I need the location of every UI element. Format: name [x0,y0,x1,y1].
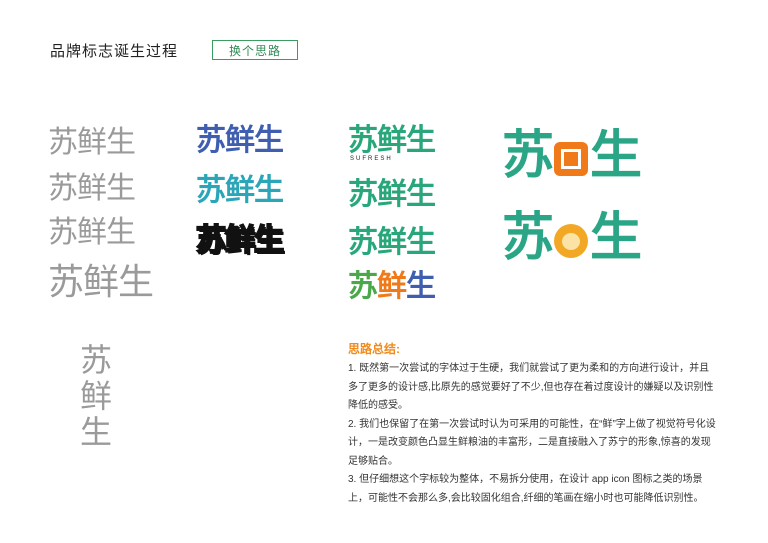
summary-title: 思路总结: [348,342,400,356]
big-logo-lion-char-3: 生 [590,209,642,267]
green-logo-1-subtext: SUFRESH [350,156,393,162]
green-logo-3-char-1: 苏 [348,226,378,259]
vertical-char-3: 生 [80,413,112,451]
green-logo-2-char-2: 鲜 [377,178,407,211]
green-logo-4-char-3: 生 [406,270,436,303]
green-logo-1-char-1: 苏 [348,124,378,157]
vertical-char-1: 苏 [80,341,112,379]
summary-text: 1. 既然第一次尝试的字体过于生硬，我们就尝试了更为柔和的方向进行设计，并且多了… [348,360,718,508]
lion-icon [554,224,589,259]
outline-logo: 苏鲜生 [195,224,285,257]
green-logo-4-char-1: 苏 [348,270,378,303]
summary-paragraph-3: 3. 但仔细想这个字标较为整体，不易拆分使用，在设计 app icon 图标之类… [348,474,704,504]
vertical-char-2: 鲜 [80,377,112,415]
green-logo-1-char-2: 鲜 [377,124,407,157]
summary-paragraph-1: 1. 既然第一次尝试的字体过于生硬，我们就尝试了更为柔和的方向进行设计，并且多了… [348,363,714,411]
green-logo-2-char-1: 苏 [348,178,378,211]
summary-paragraph-2: 2. 我们也保留了在第一次尝试时认为可采用的可能性，在“鲜”字上做了视觉符号化设… [348,418,716,467]
switch-idea-button[interactable]: 换个思路 [212,40,298,60]
green-logo-3: 苏鲜生 [348,226,436,259]
page-title: 品牌标志诞生过程 [50,43,179,60]
green-logo-4: 苏鲜生 [348,270,436,303]
green-logo-3-char-3: 生 [406,226,436,259]
green-logo-2-char-3: 生 [406,178,436,211]
gray-logo-4: 苏鲜生 [48,262,154,303]
green-logo-3-char-2: 鲜 [377,226,407,259]
green-logo-1: 苏鲜生 [348,124,436,157]
gray-logo-3: 苏鲜生 [48,215,136,250]
gray-logo-2: 苏鲜生 [48,171,136,206]
shrimp-icon: 鲜 [377,124,407,157]
gray-logo-vertical: 苏 鲜 生 [80,341,112,451]
blue-logo: 苏鲜生 [196,124,284,157]
big-logo-lion-char-1: 苏 [502,209,554,267]
teal-logo: 苏鲜生 [196,174,284,207]
big-logo-box-char-1: 苏 [502,127,554,185]
grid-box-icon [554,142,589,177]
big-logo-box-char-3: 生 [590,127,642,185]
green-logo-2: 苏鲜生 [348,178,436,211]
big-logo-lion: 苏生 [502,209,642,267]
big-logo-box: 苏生 [502,127,642,185]
gray-logo-1: 苏鲜生 [48,125,136,160]
green-logo-1-char-3: 生 [406,124,436,157]
green-logo-4-char-2: 鲜 [377,270,407,303]
